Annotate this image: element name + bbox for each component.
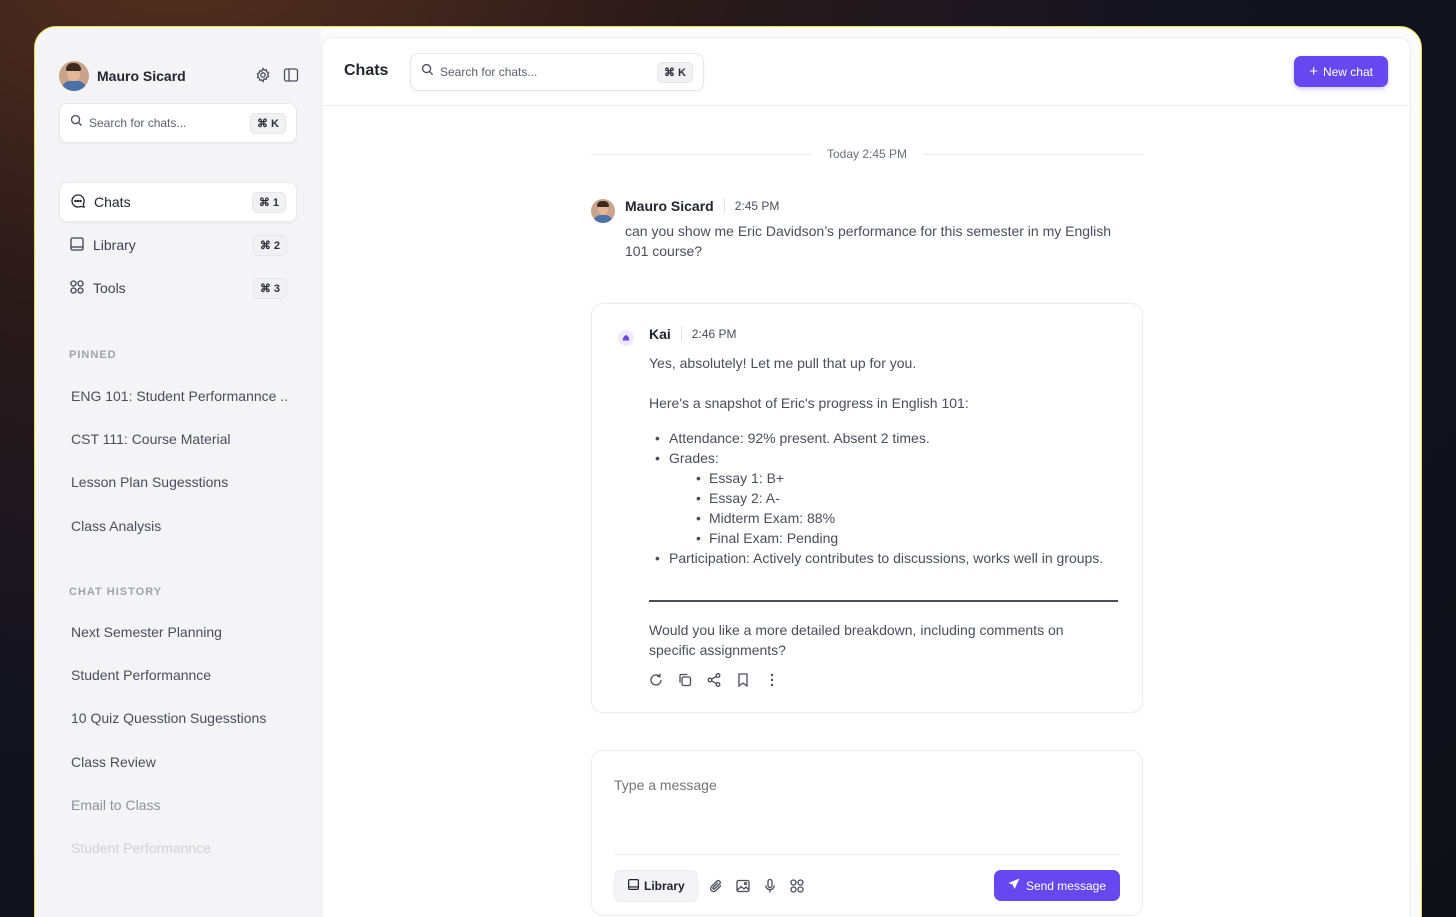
list-item: Essay 2: A- bbox=[669, 488, 1129, 508]
search-icon bbox=[70, 114, 83, 132]
nav-item-tools[interactable]: Tools ⌘ 3 bbox=[59, 268, 297, 308]
assistant-message-card: Kai 2:46 PM Yes, absolutely! Let me pull… bbox=[591, 303, 1143, 713]
history-chat-item[interactable]: Student Performannce bbox=[71, 653, 301, 696]
image-icon[interactable] bbox=[735, 878, 751, 899]
user-name: Mauro Sicard bbox=[97, 68, 186, 84]
message-time: 2:45 PM bbox=[734, 199, 780, 213]
user-message: Mauro Sicard 2:45 PM can you show me Eri… bbox=[591, 198, 1143, 261]
date-divider-label: Today 2:45 PM bbox=[826, 147, 908, 161]
list-item: Participation: Actively contributes to d… bbox=[649, 548, 1129, 568]
message-input[interactable] bbox=[614, 777, 1114, 793]
book-icon bbox=[627, 878, 640, 894]
share-icon[interactable] bbox=[706, 672, 722, 693]
search-shortcut-badge: ⌘ K bbox=[250, 112, 286, 134]
history-list: Next Semester Planning Student Performan… bbox=[71, 610, 301, 870]
history-chat-item[interactable]: Next Semester Planning bbox=[71, 610, 301, 653]
send-button-label: Send message bbox=[1025, 878, 1106, 893]
progress-list: Attendance: 92% present. Absent 2 times.… bbox=[649, 428, 1129, 568]
nav-label: Chats bbox=[94, 194, 131, 210]
search-placeholder: Search for chats... bbox=[440, 65, 538, 79]
history-chat-item[interactable]: Student Performannce bbox=[71, 826, 301, 869]
top-bar: Chats Search for chats... ⌘ K + New chat bbox=[322, 38, 1410, 106]
user-profile[interactable]: Mauro Sicard bbox=[59, 61, 186, 91]
nav-label: Library bbox=[93, 237, 136, 253]
new-chat-button[interactable]: + New chat bbox=[1294, 56, 1388, 87]
history-section-label: CHAT HISTORY bbox=[69, 586, 163, 598]
sidebar-nav: Chats ⌘ 1 Library ⌘ 2 Tools ⌘ 3 bbox=[59, 182, 297, 311]
assistant-message-body: Yes, absolutely! Let me pull that up for… bbox=[649, 353, 1129, 568]
message-author: Kai bbox=[649, 326, 671, 342]
pinned-chat-item[interactable]: ENG 101: Student Performannce .. bbox=[71, 374, 301, 417]
pinned-list: ENG 101: Student Performannce .. CST 111… bbox=[71, 374, 301, 547]
pinned-chat-item[interactable]: Lesson Plan Sugesstions bbox=[71, 461, 301, 504]
list-item: Midterm Exam: 88% bbox=[669, 508, 1129, 528]
sidebar-search-input[interactable]: Search for chats... ⌘ K bbox=[59, 103, 297, 143]
search-icon bbox=[421, 63, 434, 81]
history-chat-item[interactable]: Class Review bbox=[71, 740, 301, 783]
message-text: can you show me Eric Davidson’s performa… bbox=[625, 223, 1112, 259]
page-title: Chats bbox=[344, 62, 389, 79]
send-message-button[interactable]: Send message bbox=[993, 870, 1120, 901]
history-chat-item[interactable]: 10 Quiz Quesstion Sugesstions bbox=[71, 697, 301, 740]
nav-item-library[interactable]: Library ⌘ 2 bbox=[59, 225, 297, 265]
nav-item-chats[interactable]: Chats ⌘ 1 bbox=[59, 182, 297, 222]
sidebar-toggle-icon[interactable] bbox=[283, 67, 299, 88]
message-text: Here's a snapshot of Eric's progress in … bbox=[649, 395, 969, 411]
message-text: Would you like a more detailed breakdown… bbox=[649, 622, 1064, 658]
chat-bubble-icon bbox=[70, 193, 86, 212]
shortcut-badge: ⌘ 1 bbox=[251, 191, 286, 213]
message-actions bbox=[648, 672, 780, 693]
microphone-icon[interactable] bbox=[762, 878, 778, 899]
library-button[interactable]: Library bbox=[614, 870, 698, 902]
settings-gear-icon[interactable] bbox=[255, 67, 271, 88]
nav-label: Tools bbox=[93, 280, 126, 296]
header-search-input[interactable]: Search for chats... ⌘ K bbox=[410, 53, 704, 91]
book-icon bbox=[69, 236, 85, 255]
history-chat-item[interactable]: Email to Class bbox=[71, 783, 301, 826]
bookmark-icon[interactable] bbox=[735, 672, 751, 693]
search-shortcut-badge: ⌘ K bbox=[657, 61, 693, 83]
list-item: Essay 1: B+ bbox=[669, 468, 1129, 488]
message-time: 2:46 PM bbox=[691, 327, 737, 341]
grid-icon bbox=[69, 279, 85, 298]
search-placeholder: Search for chats... bbox=[89, 116, 187, 130]
list-item: Final Exam: Pending bbox=[669, 528, 1129, 548]
tools-grid-icon[interactable] bbox=[789, 878, 805, 899]
avatar bbox=[591, 199, 615, 223]
message-composer: Library Send messag bbox=[591, 750, 1143, 916]
library-button-label: Library bbox=[644, 879, 685, 893]
main-panel: Chats Search for chats... ⌘ K + New chat… bbox=[321, 37, 1411, 917]
new-chat-label: New chat bbox=[1322, 64, 1373, 79]
regenerate-icon[interactable] bbox=[648, 672, 664, 693]
shortcut-badge: ⌘ 3 bbox=[252, 277, 287, 299]
date-divider: Today 2:45 PM bbox=[591, 146, 1144, 162]
divider bbox=[649, 600, 1118, 602]
pinned-chat-item[interactable]: CST 111: Course Material bbox=[71, 417, 301, 460]
pinned-chat-item[interactable]: Class Analysis bbox=[71, 504, 301, 547]
plus-icon: + bbox=[1309, 63, 1318, 80]
copy-icon[interactable] bbox=[677, 672, 693, 693]
app-window: Mauro Sicard Search for chats... ⌘ K Cha… bbox=[34, 26, 1422, 917]
list-item: Attendance: 92% present. Absent 2 times. bbox=[649, 428, 1129, 448]
more-options-icon[interactable] bbox=[764, 672, 780, 693]
pinned-section-label: PINNED bbox=[69, 349, 117, 361]
sidebar: Mauro Sicard Search for chats... ⌘ K Cha… bbox=[35, 27, 321, 917]
send-plane-icon bbox=[1008, 878, 1020, 893]
list-item: Grades: Essay 1: B+ Essay 2: A- Midterm … bbox=[649, 448, 1129, 548]
message-text: Yes, absolutely! Let me pull that up for… bbox=[649, 355, 917, 371]
kai-logo-icon bbox=[618, 330, 634, 346]
message-author: Mauro Sicard bbox=[625, 198, 714, 214]
avatar bbox=[59, 61, 89, 91]
shortcut-badge: ⌘ 2 bbox=[252, 234, 287, 256]
attach-paperclip-icon[interactable] bbox=[708, 878, 724, 899]
